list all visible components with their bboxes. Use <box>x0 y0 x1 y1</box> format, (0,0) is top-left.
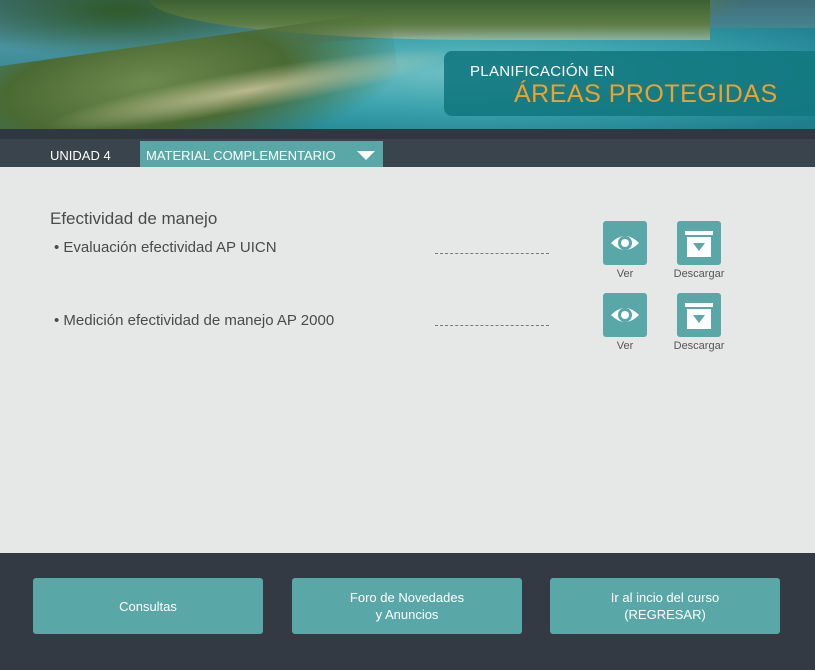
inicio-label-line2: (REGRESAR) <box>624 607 706 622</box>
chevron-down-icon <box>357 151 375 160</box>
inicio-label-line1: Ir al incio del curso <box>610 590 720 605</box>
material-dropdown-label: MATERIAL COMPLEMENTARIO <box>146 148 336 163</box>
download-box-icon <box>685 303 713 329</box>
download-caption: Descargar <box>673 340 725 352</box>
unit-label: UNIDAD 4 <box>50 148 111 163</box>
eye-icon <box>611 236 639 250</box>
section-title: Efectividad de manejo <box>50 209 218 228</box>
course-title-line2: ÁREAS PROTEGIDAS <box>514 80 778 108</box>
view-button[interactable] <box>603 293 647 337</box>
download-button[interactable] <box>677 221 721 265</box>
inicio-button[interactable]: Ir al incio del curso (REGRESAR) <box>550 578 780 634</box>
consultas-button[interactable]: Consultas <box>33 578 263 634</box>
download-box-icon <box>685 231 713 257</box>
foro-label-line2: y Anuncios <box>375 607 439 622</box>
foro-button[interactable]: Foro de Novedades y Anuncios <box>292 578 522 634</box>
view-caption: Ver <box>616 268 634 280</box>
material-dropdown[interactable]: MATERIAL COMPLEMENTARIO <box>140 141 383 167</box>
download-caption: Descargar <box>673 268 725 280</box>
consultas-label: Consultas <box>119 598 177 614</box>
dashed-leader <box>435 253 549 254</box>
unit-bar <box>0 129 815 167</box>
foro-label-line1: Foro de Novedades <box>349 590 465 605</box>
resource-item-label: • Medición efectividad de manejo AP 2000 <box>54 312 335 329</box>
dashed-leader <box>435 325 549 326</box>
view-button[interactable] <box>603 221 647 265</box>
download-button[interactable] <box>677 293 721 337</box>
course-title-line1: PLANIFICACIÓN EN <box>470 63 615 80</box>
eye-icon <box>611 308 639 322</box>
view-caption: Ver <box>616 340 634 352</box>
resource-item-label: • Evaluación efectividad AP UICN <box>54 239 277 256</box>
